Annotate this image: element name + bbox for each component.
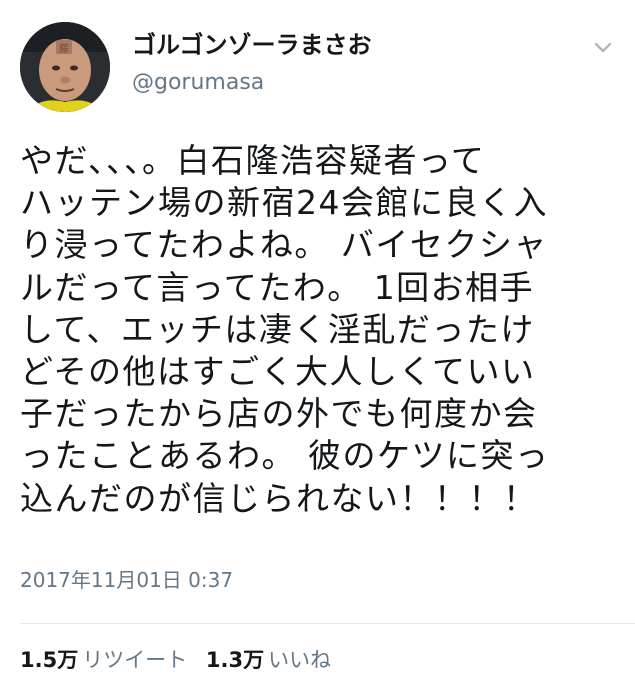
tweet-stats: 1.5万 リツイート 1.3万 いいね (20, 645, 343, 675)
tweet-header: 藤 ゴルゴンゾーラまさお @gorumasa (20, 22, 620, 112)
tweet-text-line: ったことあるわ。 彼のケツに突っ (20, 436, 550, 476)
tweet-text-line: 込んだのが信じられない！！！！ (20, 478, 538, 518)
retweet-label: リツイート (82, 648, 188, 672)
tweet-text-line: ルだって言ってたわ。 1回お相手 (20, 267, 535, 307)
tweet-menu-button[interactable] (590, 34, 616, 60)
author-names: ゴルゴンゾーラまさお @gorumasa (132, 30, 372, 98)
tweet-text-line: どその他はすごく大人しくていい (20, 352, 536, 392)
like-label: いいね (268, 648, 332, 672)
retweet-count-link[interactable]: 1.5万 リツイート (20, 645, 187, 675)
divider (20, 623, 635, 624)
avatar-image: 藤 (20, 22, 110, 112)
user-handle[interactable]: @gorumasa (132, 68, 372, 98)
display-name[interactable]: ゴルゴンゾーラまさお (132, 30, 372, 60)
chevron-down-icon (594, 42, 612, 53)
like-count-link[interactable]: 1.3万 いいね (206, 645, 331, 675)
retweet-count: 1.5万 (20, 648, 79, 672)
tweet-text-line: ハッテン場の新宿24会館に良く入 (20, 183, 548, 223)
tweet-timestamp[interactable]: 2017年11月01日 0:37 (20, 566, 233, 594)
like-count: 1.3万 (205, 648, 265, 672)
tweet-text-line: り浸ってたわよね。 バイセクシャ (20, 225, 548, 265)
tweet-text-line: して、エッチは凄く淫乱だったけ (20, 309, 535, 349)
tweet-card: 藤 ゴルゴンゾーラまさお @gorumasa やだ、、、。白石隆浩容疑者って ハ… (0, 0, 635, 700)
avatar[interactable]: 藤 (20, 22, 110, 112)
tweet-text: やだ、、、。白石隆浩容疑者って ハッテン場の新宿24会館に良く入 り浸ってたわよ… (20, 140, 620, 520)
avatar-forehead-mark: 藤 (59, 43, 69, 55)
tweet-text-line: やだ、、、。白石隆浩容疑者って (20, 141, 486, 180)
tweet-text-line: 子だったから店の外でも何度か会 (20, 394, 538, 434)
